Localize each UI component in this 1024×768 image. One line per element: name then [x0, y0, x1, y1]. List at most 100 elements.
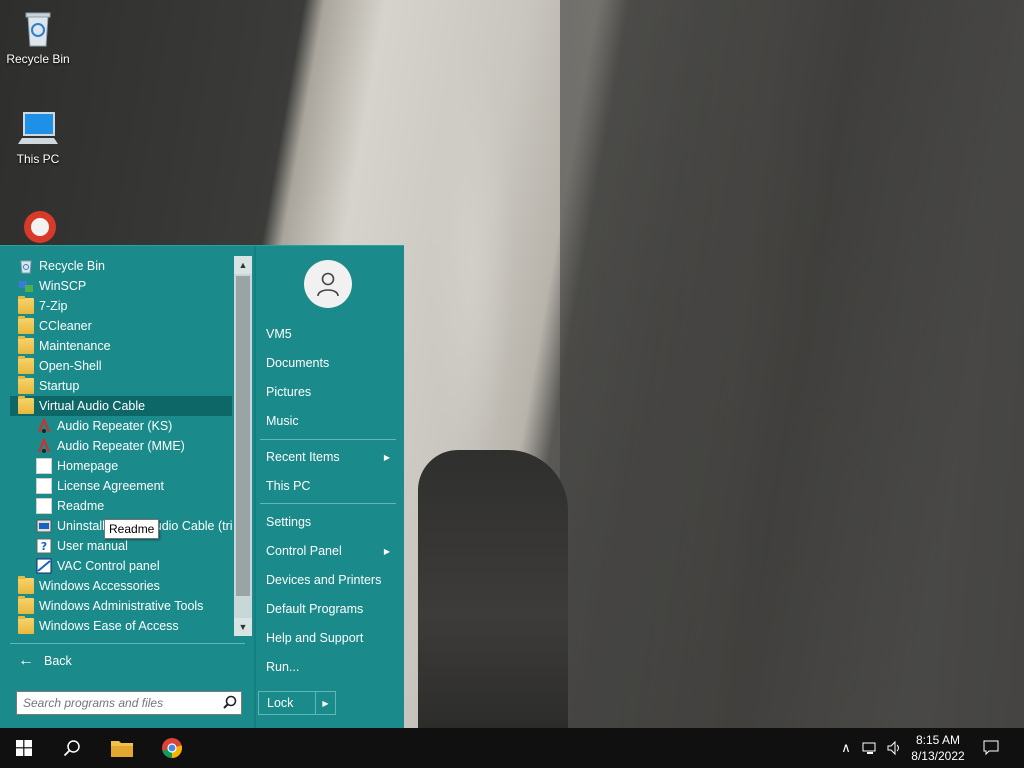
program-item[interactable]: Homepage	[10, 456, 232, 476]
program-item[interactable]: Open-Shell	[10, 356, 232, 376]
program-item[interactable]: Windows Administrative Tools	[10, 596, 232, 616]
places-item[interactable]: Music	[260, 409, 396, 433]
audio-repeater-icon	[36, 417, 52, 434]
programs-scrollbar[interactable]: ▲ ▼	[234, 256, 252, 636]
scroll-down-arrow-icon[interactable]: ▼	[234, 618, 252, 636]
program-item[interactable]: Startup	[10, 376, 232, 396]
places-item[interactable]: Devices and Printers	[260, 568, 396, 592]
program-label: Windows Administrative Tools	[39, 599, 204, 613]
help-icon: ?	[36, 538, 52, 554]
program-item[interactable]: WinSCP	[10, 276, 232, 296]
search-icon	[63, 740, 80, 757]
program-label: Recycle Bin	[39, 259, 105, 273]
divider	[10, 643, 245, 644]
divider	[260, 503, 396, 504]
volume-icon[interactable]	[886, 740, 902, 756]
uninstall-icon	[36, 518, 52, 534]
program-label: Audio Repeater (MME)	[57, 439, 185, 453]
program-label: Virtual Audio Cable	[39, 399, 146, 413]
program-item[interactable]: License Agreement	[10, 476, 232, 496]
lock-options-chevron-icon[interactable]: ▶	[315, 692, 335, 714]
search-icon[interactable]	[219, 695, 241, 712]
program-item[interactable]: Audio Repeater (MME)	[10, 436, 232, 456]
program-item[interactable]: 7-Zip	[10, 296, 232, 316]
recycle-bin-icon	[18, 8, 58, 48]
program-label: Readme	[57, 499, 105, 513]
places-item-label: Devices and Printers	[266, 573, 382, 587]
submenu-chevron-icon: ▶	[383, 452, 390, 462]
lock-label: Lock	[267, 696, 294, 710]
audio-repeater-icon	[36, 437, 52, 454]
places-item[interactable]: Run...	[260, 655, 396, 679]
scroll-thumb[interactable]	[236, 276, 250, 596]
program-item[interactable]: Maintenance	[10, 336, 232, 356]
programs-pane: Recycle Bin WinSCP 7-Zip CCleaner Maintenanc…	[10, 256, 252, 656]
desktop-icon-label: Recycle Bin	[6, 52, 70, 66]
places-item[interactable]: Control Panel ▶	[260, 539, 396, 563]
programs-list: Recycle Bin WinSCP 7-Zip CCleaner Maintenanc…	[10, 256, 232, 636]
program-label: Maintenance	[39, 339, 111, 353]
program-label: User manual	[57, 539, 128, 553]
submenu-chevron-icon: ▶	[383, 546, 390, 556]
folder-icon	[18, 376, 34, 394]
program-item[interactable]: Audio Repeater (KS)	[10, 416, 232, 436]
program-label: Audio Repeater (KS)	[57, 419, 173, 433]
program-item[interactable]: ? User manual	[10, 536, 232, 556]
taskbar: ∧ 8:15 AM 8/13/2022	[0, 728, 1024, 768]
user-avatar-icon[interactable]	[304, 260, 352, 308]
program-item[interactable]: Readme	[10, 496, 232, 516]
start-button[interactable]	[0, 728, 48, 768]
folder-icon	[18, 576, 34, 594]
places-item-label: Pictures	[266, 385, 312, 399]
back-label: Back	[44, 654, 72, 668]
back-button[interactable]: ← Back	[10, 650, 245, 672]
places-item[interactable]: Default Programs	[260, 597, 396, 621]
places-item[interactable]: Settings	[260, 510, 396, 534]
places-item[interactable]: Help and Support	[260, 626, 396, 650]
places-item-label: This PC	[266, 479, 311, 493]
places-item-label: Help and Support	[266, 631, 364, 645]
desktop-icon-ccleaner[interactable]	[0, 205, 76, 249]
taskbar-search-button[interactable]	[48, 728, 96, 768]
desktop-icon-label: This PC	[16, 152, 60, 166]
taskbar-clock[interactable]: 8:15 AM 8/13/2022	[908, 732, 968, 764]
places-item-label: Run...	[266, 660, 300, 674]
desktop-icon-this-pc[interactable]: This PC	[0, 108, 76, 166]
program-item[interactable]: CCleaner	[10, 316, 232, 336]
back-arrow-icon: ←	[18, 652, 34, 669]
folder-icon	[18, 596, 34, 614]
document-icon	[36, 498, 52, 514]
lock-button[interactable]: Lock ▶	[258, 691, 336, 715]
desktop-icon-recycle-bin[interactable]: Recycle Bin	[0, 8, 76, 66]
program-item[interactable]: Recycle Bin	[10, 256, 232, 276]
program-item[interactable]: Windows Accessories	[10, 576, 232, 596]
network-icon[interactable]	[862, 740, 878, 756]
action-center-icon[interactable]	[983, 740, 999, 756]
chrome-button[interactable]	[148, 728, 196, 768]
search-box[interactable]	[16, 691, 242, 715]
program-item[interactable]: Windows Ease of Access	[10, 616, 232, 636]
scroll-up-arrow-icon[interactable]: ▲	[234, 256, 252, 274]
program-item[interactable]: VAC Control panel	[10, 556, 232, 576]
places-item[interactable]: Documents	[260, 351, 396, 375]
file-explorer-button[interactable]	[98, 728, 146, 768]
places-item[interactable]: Recent Items ▶	[260, 445, 396, 469]
control-panel-icon	[36, 558, 52, 574]
document-icon	[36, 478, 52, 494]
places-item[interactable]: VM5	[260, 322, 396, 346]
folder-icon	[18, 336, 34, 354]
program-label: 7-Zip	[39, 299, 68, 313]
program-label: License Agreement	[57, 479, 165, 493]
places-pane: VM5 Documents Pictures Music Recent Items ▶ Th…	[256, 246, 404, 729]
places-item-label: Music	[266, 414, 299, 428]
places-item-label: Recent Items	[266, 450, 340, 464]
program-item[interactable]: Virtual Audio Cable	[10, 396, 232, 416]
program-label: WinSCP	[39, 279, 87, 293]
svg-text:?: ?	[41, 540, 47, 553]
document-icon	[36, 458, 52, 474]
places-item[interactable]: This PC	[260, 474, 396, 498]
program-label: Homepage	[57, 459, 119, 473]
search-input[interactable]	[17, 693, 219, 713]
show-hidden-icons-chevron-icon[interactable]: ∧	[838, 740, 854, 756]
places-item[interactable]: Pictures	[260, 380, 396, 404]
